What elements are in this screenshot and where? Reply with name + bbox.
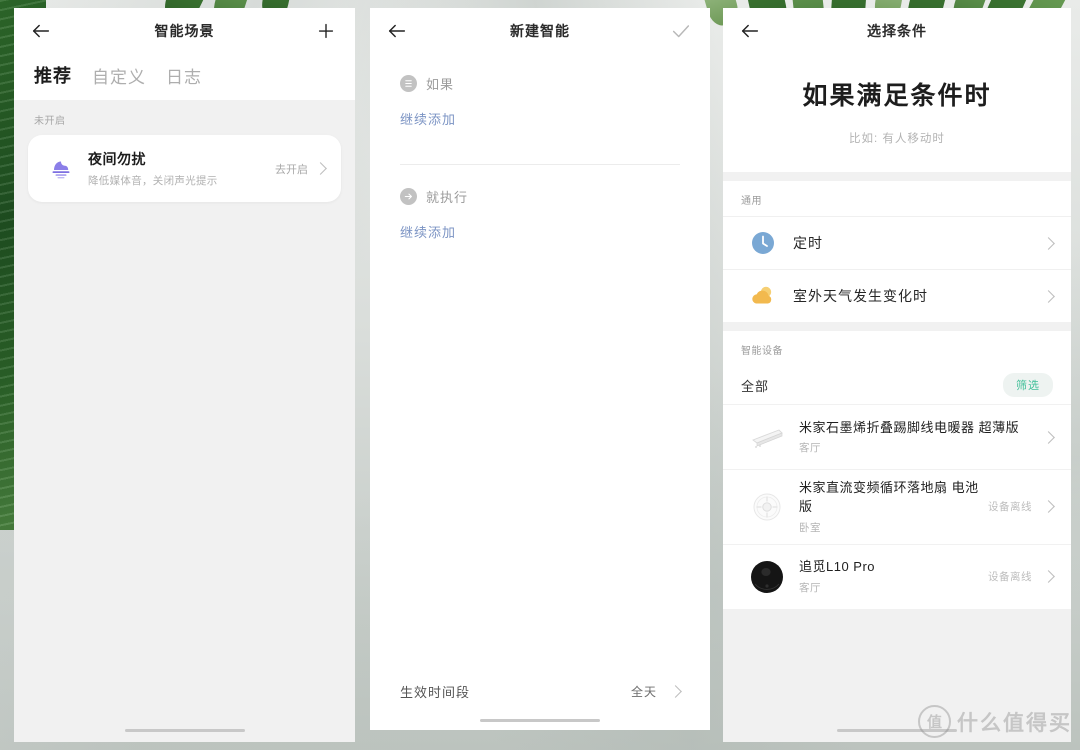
- general-section-label: 通用: [741, 196, 762, 207]
- home-indicator: [837, 728, 957, 732]
- group-label-not-enabled: 未开启: [34, 116, 66, 127]
- action-arrow-icon: [400, 188, 417, 205]
- device-status: 设备离线: [988, 501, 1032, 514]
- effective-period-value: 全天: [630, 684, 657, 699]
- device-filter-row: 全部 筛选: [723, 366, 1071, 404]
- scene-title: 夜间勿扰: [88, 151, 146, 167]
- page-title: 新建智能: [510, 23, 570, 39]
- scene-tabs: 推荐 自定义 日志: [14, 54, 355, 100]
- then-label: 就执行: [426, 190, 469, 205]
- device-room: 客厅: [799, 442, 821, 455]
- chevron-right-icon: [1042, 570, 1055, 584]
- device-name: 追觅L10 Pro: [799, 559, 876, 575]
- condition-item-timer[interactable]: 定时: [723, 216, 1071, 269]
- weather-cloud-sun-icon: [741, 282, 785, 310]
- chevron-right-icon: [314, 162, 327, 175]
- back-arrow-icon[interactable]: [386, 20, 408, 42]
- device-text: 追觅L10 Pro 客厅: [793, 558, 988, 595]
- chevron-right-icon: [1042, 236, 1055, 250]
- if-add-link[interactable]: 继续添加: [370, 93, 710, 128]
- device-room: 卧室: [799, 521, 821, 534]
- if-section-header: 如果: [370, 54, 710, 93]
- panel-smart-scenes: 智能场景 推荐 自定义 日志 未开启 夜间勿扰 降低媒体音，关闭声光提示 去开启: [14, 8, 355, 742]
- enable-label: 去开启: [275, 163, 308, 176]
- then-section-header: 就执行: [370, 165, 710, 206]
- effective-period-row[interactable]: 生效时间段 全天: [370, 672, 710, 710]
- condition-item-label: 定时: [793, 235, 823, 251]
- tab-custom[interactable]: 自定义: [92, 63, 146, 88]
- home-indicator: [480, 718, 600, 722]
- hero-title: 如果满足条件时: [802, 82, 992, 110]
- scene-subtitle: 降低媒体音，关闭声光提示: [88, 175, 218, 187]
- plus-icon[interactable]: [315, 20, 337, 42]
- device-row[interactable]: 追觅L10 Pro 客厅 设备离线: [723, 543, 1071, 609]
- tab-logs[interactable]: 日志: [166, 63, 202, 88]
- device-row[interactable]: 米家石墨烯折叠踢脚线电暖器 超薄版 客厅: [723, 404, 1071, 469]
- scene-card-dnd[interactable]: 夜间勿扰 降低媒体音，关闭声光提示 去开启: [28, 135, 341, 202]
- panel-new-automation: 新建智能 如果 继续添加 就执行 继续添加 生效时间段 全天: [370, 8, 710, 730]
- condition-item-label: 室外天气发生变化时: [793, 288, 928, 304]
- condition-hero: 选择条件 如果满足条件时 比如: 有人移动时: [723, 8, 1071, 172]
- chevron-right-icon: [1042, 500, 1055, 514]
- device-status: 设备离线: [988, 571, 1032, 584]
- effective-period-footer: 生效时间段 全天: [370, 672, 710, 722]
- page-title: 智能场景: [154, 23, 215, 39]
- panel-select-condition: 选择条件 如果满足条件时 比如: 有人移动时 通用 定时 室外天气发生变化时 智…: [723, 8, 1071, 742]
- robot-vacuum-icon: [741, 557, 793, 597]
- device-name: 米家石墨烯折叠踢脚线电暖器 超薄版: [799, 419, 1020, 435]
- page-title: 选择条件: [867, 23, 927, 39]
- device-filter-all-label: 全部: [741, 378, 770, 394]
- device-text: 米家石墨烯折叠踢脚线电暖器 超薄版 客厅: [793, 419, 1032, 456]
- chevron-right-icon: [669, 684, 682, 698]
- device-row[interactable]: 米家直流变频循环落地扇 电池版 卧室 设备离线: [723, 469, 1071, 544]
- back-arrow-icon[interactable]: [739, 20, 761, 42]
- condition-item-weather[interactable]: 室外天气发生变化时: [723, 269, 1071, 322]
- filter-button[interactable]: 筛选: [1003, 373, 1053, 397]
- middle-header: 新建智能: [370, 8, 710, 54]
- devices-section-label: 智能设备: [741, 346, 783, 357]
- scene-card-text: 夜间勿扰 降低媒体音，关闭声光提示: [82, 149, 275, 188]
- chevron-right-icon: [1042, 430, 1055, 444]
- do-not-disturb-moon-icon: [40, 154, 82, 184]
- heater-icon: [741, 424, 793, 450]
- clock-icon: [741, 229, 785, 257]
- devices-section: 智能设备 全部 筛选 米家石墨烯折叠踢脚线电暖器 超薄版 客厅 米家直流变频循环…: [723, 331, 1071, 609]
- effective-period-label: 生效时间段: [400, 684, 471, 700]
- check-icon[interactable]: [670, 20, 692, 42]
- hero-hint: 比如: 有人移动时: [849, 133, 945, 145]
- device-name: 米家直流变频循环落地扇 电池版: [799, 480, 979, 514]
- device-text: 米家直流变频循环落地扇 电池版 卧室: [793, 479, 988, 535]
- left-header: 智能场景: [14, 8, 355, 54]
- condition-list-icon: [400, 75, 417, 92]
- then-add-link[interactable]: 继续添加: [370, 206, 710, 241]
- general-section: 通用 定时 室外天气发生变化时: [723, 181, 1071, 322]
- if-label: 如果: [426, 77, 455, 92]
- scene-card-action[interactable]: 去开启: [275, 161, 329, 177]
- fan-icon: [741, 490, 793, 524]
- right-header: 选择条件: [723, 8, 1071, 54]
- tab-recommended[interactable]: 推荐: [34, 62, 72, 88]
- back-arrow-icon[interactable]: [30, 20, 52, 42]
- chevron-right-icon: [1042, 289, 1055, 303]
- home-indicator: [124, 728, 245, 732]
- device-room: 客厅: [799, 582, 821, 595]
